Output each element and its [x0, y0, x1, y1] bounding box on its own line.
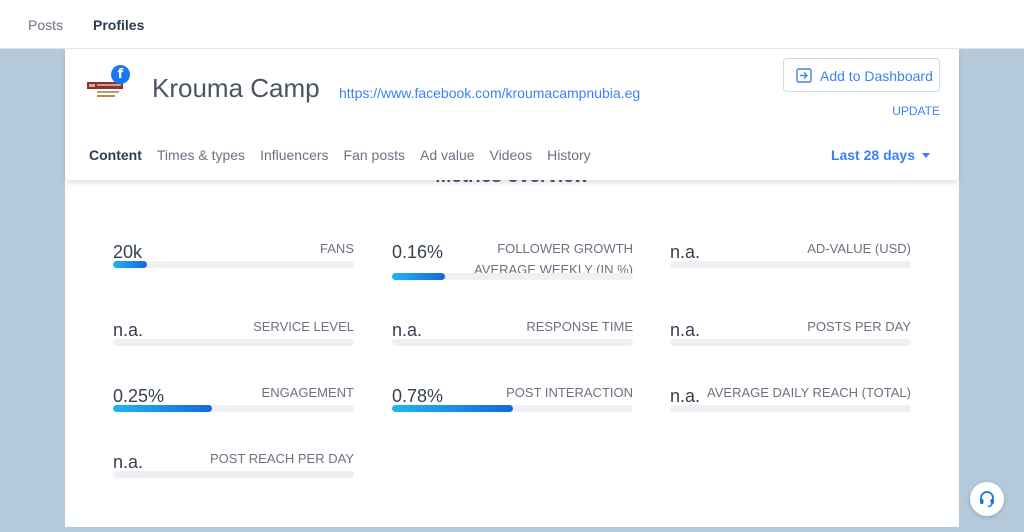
- metric-bar: [113, 339, 354, 346]
- metric-label: AD-VALUE (USD): [807, 241, 911, 256]
- metric-value: n.a.: [113, 320, 144, 340]
- metric-value: n.a.: [113, 452, 144, 472]
- metric-bar: [392, 339, 633, 346]
- caret-down-icon: [922, 153, 930, 158]
- metric-bar-fill: [113, 261, 147, 268]
- metric-value: n.a.: [670, 242, 701, 262]
- metric-fans: 20k FANS: [113, 235, 354, 285]
- date-range-dropdown[interactable]: Last 28 days: [831, 147, 930, 163]
- metric-service-level: n.a. SERVICE LEVEL: [113, 313, 354, 363]
- metric-bar: [113, 261, 354, 268]
- metric-engagement: 0.25% ENGAGEMENT: [113, 379, 354, 429]
- metric-label: AVERAGE DAILY REACH (TOTAL): [707, 385, 911, 400]
- metric-value: n.a.: [670, 386, 701, 406]
- tab-influencers[interactable]: Influencers: [260, 147, 328, 163]
- support-chat-button[interactable]: [970, 482, 1004, 516]
- metric-bar: [113, 471, 354, 478]
- add-to-dashboard-button[interactable]: Add to Dashboard: [783, 58, 940, 92]
- metric-label: POSTS PER DAY: [807, 319, 911, 334]
- profile-url-link[interactable]: https://www.facebook.com/kroumacampnubia…: [339, 85, 640, 101]
- profile-header: f Krouma Camp https://www.facebook.com/k…: [65, 49, 959, 180]
- facebook-icon: f: [111, 65, 130, 84]
- metric-posts-per-day: n.a. POSTS PER DAY: [670, 313, 911, 363]
- metric-label: FANS: [320, 241, 354, 256]
- metric-label: SERVICE LEVEL: [253, 319, 354, 334]
- metric-bar: [670, 261, 911, 268]
- metric-bar-fill: [113, 405, 212, 412]
- metric-value: 20k: [113, 242, 143, 262]
- metric-follower-growth: 0.16% FOLLOWER GROWTH AVERAGE WEEKLY (IN…: [392, 235, 633, 295]
- date-range-label: Last 28 days: [830, 147, 915, 163]
- tab-fan-posts[interactable]: Fan posts: [344, 147, 405, 163]
- metric-bar-fill: [392, 273, 446, 280]
- headset-icon: [980, 491, 994, 508]
- metric-bar: [670, 339, 911, 346]
- content-subtabs: Content Times & types Influencers Fan posts…: [89, 147, 606, 163]
- metric-bar: [392, 273, 633, 280]
- metric-bar-fill: [392, 405, 513, 412]
- metric-label: RESPONSE TIME: [526, 319, 633, 334]
- metric-bar: [392, 405, 633, 412]
- metric-label: POST REACH PER DAY: [210, 451, 354, 466]
- metric-value: 0.78%: [392, 386, 444, 406]
- metric-bar: [670, 405, 911, 412]
- metric-post-reach-per-day: n.a. POST REACH PER DAY: [113, 445, 354, 495]
- add-to-dashboard-label: Add to Dashboard: [820, 68, 933, 84]
- metric-ad-value: n.a. AD-VALUE (USD): [670, 235, 911, 285]
- metric-bar: [113, 405, 354, 412]
- tab-content[interactable]: Content: [89, 147, 142, 163]
- tab-ad-value[interactable]: Ad value: [420, 147, 474, 163]
- metric-value: n.a.: [670, 320, 701, 340]
- metric-value: 0.25%: [113, 386, 165, 406]
- tab-posts[interactable]: Posts: [28, 17, 63, 33]
- update-link[interactable]: UPDATE: [892, 104, 940, 118]
- metric-response-time: n.a. RESPONSE TIME: [392, 313, 633, 363]
- metric-average-daily-reach: n.a. AVERAGE DAILY REACH (TOTAL): [670, 379, 911, 429]
- tab-profiles[interactable]: Profiles: [93, 17, 144, 33]
- sign-in-icon: [796, 68, 812, 83]
- metric-value: n.a.: [392, 320, 423, 340]
- tab-videos[interactable]: Videos: [490, 147, 533, 163]
- metric-post-interaction: 0.78% POST INTERACTION: [392, 379, 633, 429]
- metric-label: POST INTERACTION: [506, 385, 633, 400]
- top-navigation: Posts Profiles: [0, 0, 1024, 49]
- metric-label: ENGAGEMENT: [261, 385, 354, 400]
- tab-times-types[interactable]: Times & types: [157, 147, 245, 163]
- tab-history[interactable]: History: [547, 147, 591, 163]
- profile-name: Krouma Camp: [152, 73, 320, 103]
